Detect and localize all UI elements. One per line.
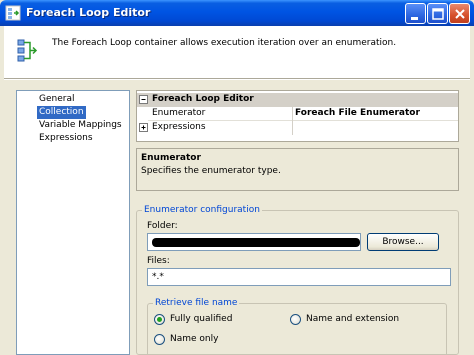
property-row-expressions[interactable]: Expressions (137, 121, 458, 135)
close-icon (455, 9, 465, 19)
nav-item-general[interactable]: General (37, 93, 76, 106)
radio-name-and-extension[interactable] (290, 314, 301, 325)
collapse-icon[interactable] (139, 95, 148, 104)
header-separator (4, 78, 470, 80)
page-navigation-list[interactable]: General Collection Variable Mappings Exp… (16, 90, 130, 355)
property-row-enumerator[interactable]: Enumerator Foreach File Enumerator (148, 107, 458, 121)
radio-fully-qualified[interactable] (154, 314, 165, 325)
radio-name-only[interactable] (154, 334, 165, 345)
files-input[interactable]: *.* (147, 268, 451, 286)
property-value[interactable]: Foreach File Enumerator (295, 108, 420, 118)
nav-item-expressions[interactable]: Expressions (37, 132, 95, 145)
foreach-loop-icon (5, 5, 21, 21)
redacted-folder-path (152, 238, 360, 247)
property-category-row[interactable]: Foreach Loop Editor (137, 93, 458, 107)
files-input-value: *.* (152, 272, 164, 282)
minimize-icon (411, 17, 418, 20)
nav-item-variable-mappings[interactable]: Variable Mappings (37, 119, 124, 132)
browse-button[interactable]: Browse... (367, 233, 439, 251)
window-title: Foreach Loop Editor (26, 6, 151, 19)
header-description: The Foreach Loop container allows execut… (52, 38, 397, 48)
description-title: Enumerator (141, 153, 201, 163)
radio-selected-dot (157, 317, 162, 322)
property-category-label: Foreach Loop Editor (152, 94, 254, 104)
maximize-icon (432, 8, 444, 20)
retrieve-file-name-group: Retrieve file name Fully qualified Name … (147, 298, 447, 355)
enumerator-configuration-group: Enumerator configuration Folder: Browse.… (136, 205, 459, 355)
radio-label-fully-qualified[interactable]: Fully qualified (170, 314, 232, 324)
close-button[interactable] (449, 3, 470, 24)
description-text: Specifies the enumerator type. (141, 166, 281, 176)
maximize-button[interactable] (427, 3, 448, 24)
radio-label-name-only[interactable]: Name only (170, 334, 218, 344)
nav-item-collection[interactable]: Collection (37, 106, 86, 119)
property-grid[interactable]: Foreach Loop Editor Enumerator Foreach F… (136, 90, 459, 142)
foreach-loop-container-icon (16, 38, 40, 67)
title-bar[interactable]: Foreach Loop Editor (0, 0, 474, 26)
grid-column-divider (292, 107, 293, 135)
radio-label-name-and-extension[interactable]: Name and extension (306, 314, 399, 324)
dialog-header: The Foreach Loop container allows execut… (4, 26, 470, 78)
subgroup-title: Retrieve file name (153, 298, 240, 308)
group-title: Enumerator configuration (142, 205, 262, 215)
property-name: Expressions (152, 122, 206, 132)
folder-input[interactable] (147, 233, 361, 251)
property-description-panel: Enumerator Specifies the enumerator type… (136, 148, 459, 191)
minimize-button[interactable] (405, 3, 426, 24)
folder-label: Folder: (147, 221, 178, 231)
property-name: Enumerator (152, 108, 206, 118)
expand-icon[interactable] (139, 123, 148, 132)
files-label: Files: (147, 256, 170, 266)
